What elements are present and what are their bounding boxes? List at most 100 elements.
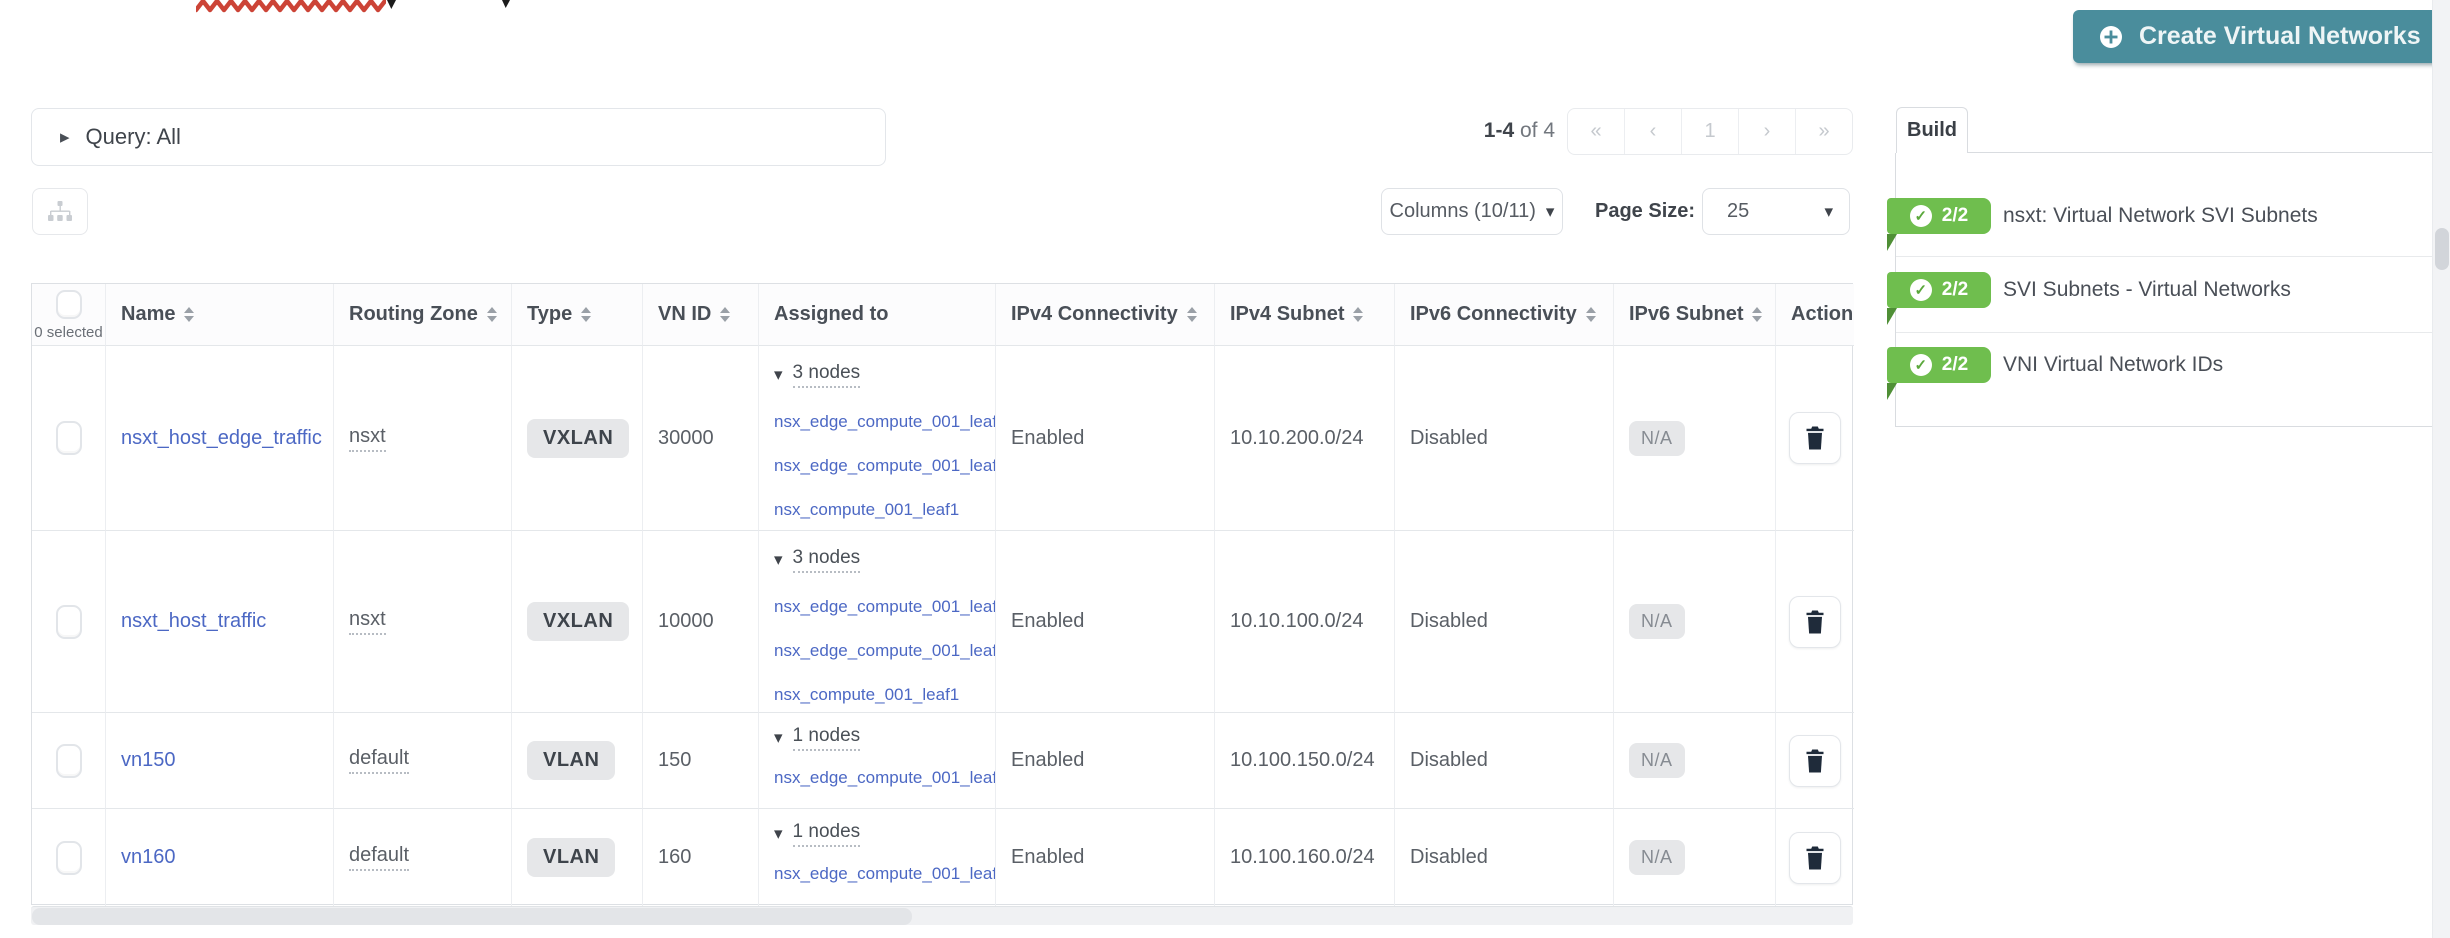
nodes-expander[interactable]: 1 nodes (774, 821, 860, 847)
pagination-range: 1-4 of 4 (1410, 119, 1555, 143)
cell-ipv6-connectivity: Disabled (1395, 346, 1614, 531)
routing-zone-link[interactable]: nsxt (349, 425, 386, 452)
pagination-of: of 4 (1520, 119, 1555, 142)
na-badge: N/A (1629, 743, 1685, 778)
columns-dropdown-button[interactable]: Columns (10/11) (1381, 188, 1563, 235)
column-header-routing-zone[interactable]: Routing Zone (334, 284, 512, 346)
cell-assigned-to: 3 nodes nsx_edge_compute_001_leaf1 nsx_e… (759, 531, 996, 713)
vn-name-link[interactable]: nsxt_host_traffic (121, 610, 266, 633)
row-select-cell (32, 713, 106, 809)
plus-circle-icon (2097, 23, 2125, 51)
check-circle-icon: ✓ (1910, 354, 1932, 376)
ribbon-fold (1887, 383, 1897, 400)
row-checkbox[interactable] (56, 841, 82, 875)
column-header-ipv6-subnet[interactable]: IPv6 Subnet (1614, 284, 1776, 346)
row-checkbox[interactable] (56, 744, 82, 778)
trash-icon (1803, 425, 1827, 451)
page-size-label: Page Size: (1595, 200, 1695, 223)
delete-button[interactable] (1789, 735, 1841, 787)
nodes-expander[interactable]: 3 nodes (774, 362, 860, 388)
build-status-count: 2/2 (1942, 205, 1968, 227)
cropped-text-fragment (387, 0, 396, 9)
routing-zone-link[interactable]: nsxt (349, 608, 386, 635)
query-expander[interactable]: Query: All (31, 108, 886, 166)
create-virtual-networks-button[interactable]: Create Virtual Networks (2073, 10, 2445, 63)
nodes-expander[interactable]: 3 nodes (774, 547, 860, 573)
node-link[interactable]: nsx_edge_compute_001_leaf2 (774, 864, 996, 884)
selected-count: 0 selected (34, 324, 102, 341)
vn-name-link[interactable]: vn150 (121, 749, 176, 772)
cell-assigned-to: 1 nodes nsx_edge_compute_001_leaf1 (759, 713, 996, 809)
type-badge: VLAN (527, 741, 615, 780)
delete-button[interactable] (1789, 832, 1841, 884)
cell-ipv4-subnet: 10.10.100.0/24 (1215, 531, 1395, 713)
expand-caret-icon (60, 126, 70, 149)
ribbon-fold (1887, 308, 1897, 325)
row-select-cell (32, 531, 106, 713)
vertical-scrollbar-thumb[interactable] (2435, 228, 2449, 270)
cell-type: VLAN (512, 809, 643, 906)
sort-icon (581, 307, 591, 322)
topology-view-button[interactable] (32, 188, 88, 235)
virtual-networks-table: 0 selected Name Routing Zone Type VN ID … (31, 283, 1853, 905)
build-item-label[interactable]: SVI Subnets - Virtual Networks (2003, 278, 2291, 302)
cell-ipv6-connectivity: Disabled (1395, 713, 1614, 809)
column-header-type[interactable]: Type (512, 284, 643, 346)
select-all-checkbox[interactable] (56, 290, 82, 319)
check-circle-icon: ✓ (1910, 279, 1932, 301)
cell-ipv4-subnet: 10.100.160.0/24 (1215, 809, 1395, 906)
node-link[interactable]: nsx_compute_001_leaf1 (774, 685, 959, 705)
row-checkbox[interactable] (56, 605, 82, 639)
pagination-last-button[interactable]: » (1796, 109, 1852, 154)
pagination-page-button[interactable]: 1 (1682, 109, 1739, 154)
cell-ipv6-subnet: N/A (1614, 809, 1776, 906)
page-size-value: 25 (1727, 200, 1749, 223)
column-header-ipv4-subnet[interactable]: IPv4 Subnet (1215, 284, 1395, 346)
routing-zone-link[interactable]: default (349, 747, 409, 774)
chevron-down-icon (1824, 200, 1833, 223)
build-status-ribbon: ✓ 2/2 (1887, 347, 1991, 383)
node-link[interactable]: nsx_edge_compute_001_leaf2 (774, 456, 996, 476)
pagination-next-button[interactable]: › (1739, 109, 1796, 154)
tab-build[interactable]: Build (1896, 107, 1968, 153)
delete-button[interactable] (1789, 596, 1841, 648)
cell-vn-id: 10000 (643, 531, 759, 713)
pagination-first-button[interactable]: « (1568, 109, 1625, 154)
cell-name: vn160 (106, 809, 334, 906)
delete-button[interactable] (1789, 412, 1841, 464)
build-item-label[interactable]: nsxt: Virtual Network SVI Subnets (2003, 204, 2318, 228)
column-header-ipv4-connectivity[interactable]: IPv4 Connectivity (996, 284, 1215, 346)
page-size-select[interactable]: 25 (1702, 188, 1850, 235)
nodes-expander[interactable]: 1 nodes (774, 725, 860, 751)
vn-name-link[interactable]: nsxt_host_edge_traffic (121, 427, 322, 450)
cell-routing-zone: default (334, 809, 512, 906)
pagination-prev-button[interactable]: ‹ (1625, 109, 1682, 154)
node-link[interactable]: nsx_edge_compute_001_leaf1 (774, 597, 996, 617)
node-link[interactable]: nsx_edge_compute_001_leaf2 (774, 641, 996, 661)
cropped-text-fragment (502, 0, 510, 8)
cell-ipv4-connectivity: Enabled (996, 531, 1215, 713)
sort-icon (184, 307, 194, 322)
node-link[interactable]: nsx_edge_compute_001_leaf1 (774, 768, 996, 788)
build-item-label[interactable]: VNI Virtual Network IDs (2003, 353, 2223, 377)
column-header-assigned-to: Assigned to (759, 284, 996, 346)
node-link[interactable]: nsx_edge_compute_001_leaf1 (774, 412, 996, 432)
horizontal-scrollbar-thumb[interactable] (32, 908, 912, 925)
node-link[interactable]: nsx_compute_001_leaf1 (774, 500, 959, 520)
column-header-name[interactable]: Name (106, 284, 334, 346)
routing-zone-link[interactable]: default (349, 844, 409, 871)
cell-actions (1776, 531, 1854, 713)
column-header-ipv6-connectivity[interactable]: IPv6 Connectivity (1395, 284, 1614, 346)
column-header-vn-id[interactable]: VN ID (643, 284, 759, 346)
build-status-ribbon: ✓ 2/2 (1887, 272, 1991, 308)
column-header-actions: Actions (1776, 284, 1854, 346)
cell-vn-id: 150 (643, 713, 759, 809)
vn-name-link[interactable]: vn160 (121, 846, 176, 869)
sort-icon (1752, 307, 1762, 322)
build-status-count: 2/2 (1942, 354, 1968, 376)
cell-name: vn150 (106, 713, 334, 809)
build-panel-separator (1896, 332, 2432, 333)
select-all-header-cell: 0 selected (32, 284, 106, 346)
cell-ipv6-connectivity: Disabled (1395, 809, 1614, 906)
row-checkbox[interactable] (56, 421, 82, 455)
